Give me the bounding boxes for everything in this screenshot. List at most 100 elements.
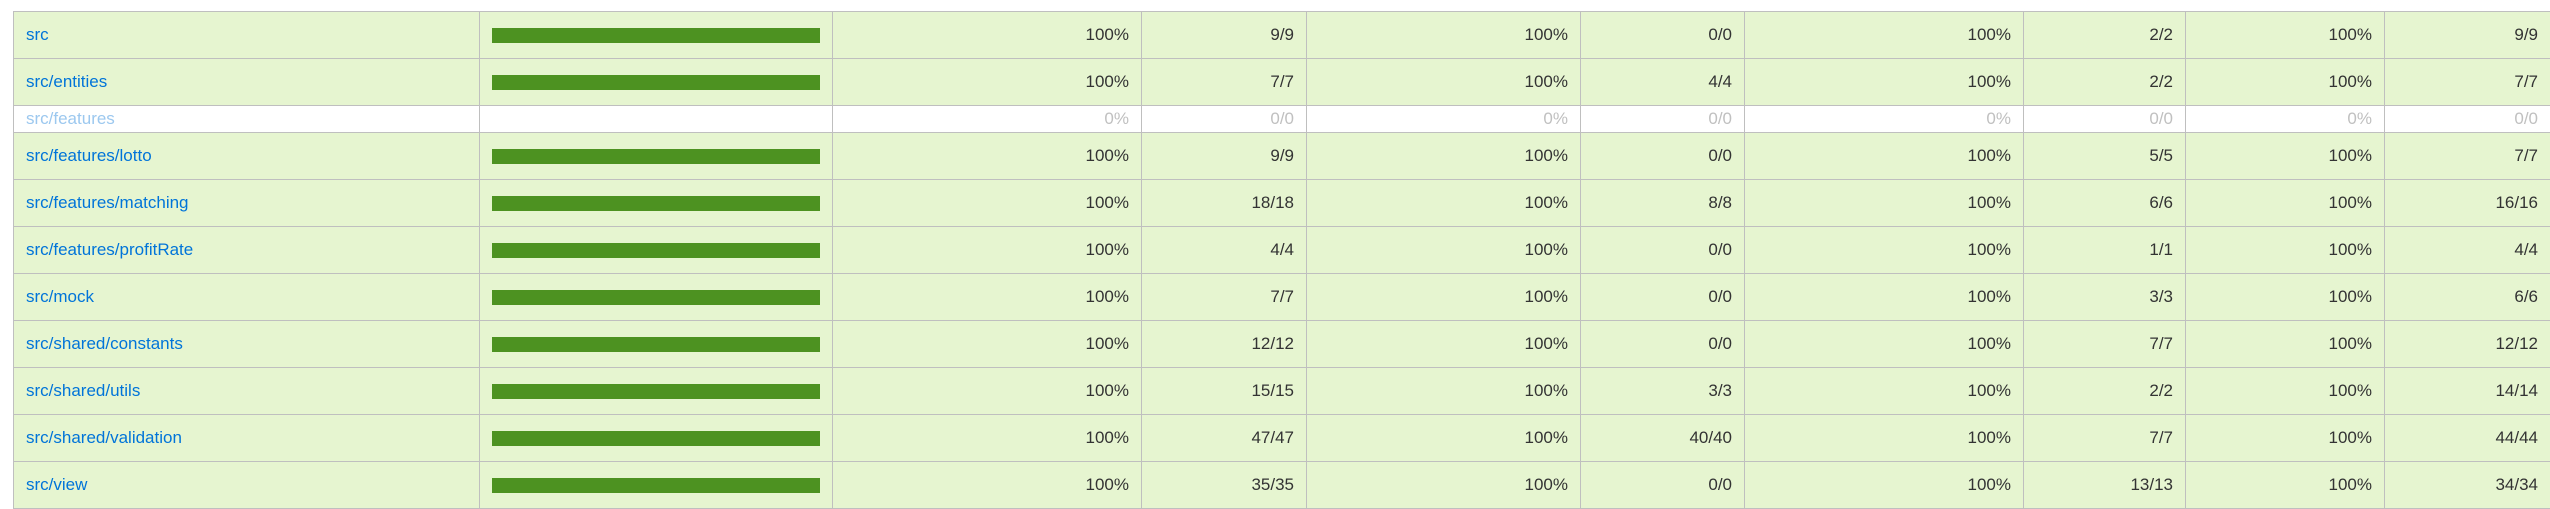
statements-pct-cell: 100% [833,12,1142,59]
table-row: src/entities100%7/7100%4/4100%2/2100%7/7 [14,59,2550,106]
statements-pct-cell: 100% [833,415,1142,462]
coverage-bar [492,431,820,446]
coverage-bar-cell [480,133,833,180]
functions-count-cell: 0/0 [2024,106,2186,133]
statements-pct-cell: 100% [833,274,1142,321]
branches-count-cell: 40/40 [1581,415,1745,462]
functions-count-cell: 2/2 [2024,59,2186,106]
statements-pct-cell: 0% [833,106,1142,133]
file-cell: src/mock [14,274,480,321]
file-cell: src/shared/utils [14,368,480,415]
branches-pct-cell: 100% [1307,321,1581,368]
functions-pct-cell: 100% [1745,274,2024,321]
functions-pct-cell: 100% [1745,415,2024,462]
statements-count-cell: 47/47 [1142,415,1307,462]
lines-pct-cell: 100% [2186,462,2385,509]
statements-count-cell: 4/4 [1142,227,1307,274]
file-cell: src/view [14,462,480,509]
coverage-bar-fill [492,384,820,399]
branches-pct-cell: 100% [1307,59,1581,106]
branches-count-cell: 8/8 [1581,180,1745,227]
coverage-bar-cell [480,180,833,227]
functions-pct-cell: 100% [1745,59,2024,106]
branches-pct-cell: 100% [1307,180,1581,227]
file-cell: src [14,12,480,59]
lines-pct-cell: 100% [2186,180,2385,227]
file-link[interactable]: src [26,25,49,44]
statements-pct-cell: 100% [833,59,1142,106]
branches-pct-cell: 100% [1307,462,1581,509]
functions-count-cell: 1/1 [2024,227,2186,274]
file-link[interactable]: src/features [26,109,115,128]
file-link[interactable]: src/shared/validation [26,428,182,447]
table-row: src/features0%0/00%0/00%0/00%0/0 [14,106,2550,133]
statements-count-cell: 0/0 [1142,106,1307,133]
file-link[interactable]: src/shared/constants [26,334,183,353]
file-link[interactable]: src/view [26,475,87,494]
lines-count-cell: 44/44 [2385,415,2550,462]
lines-count-cell: 9/9 [2385,12,2550,59]
branches-pct-cell: 100% [1307,133,1581,180]
lines-count-cell: 7/7 [2385,59,2550,106]
file-cell: src/shared/constants [14,321,480,368]
file-link[interactable]: src/features/lotto [26,146,152,165]
lines-pct-cell: 100% [2186,227,2385,274]
table-row: src/mock100%7/7100%0/0100%3/3100%6/6 [14,274,2550,321]
functions-count-cell: 6/6 [2024,180,2186,227]
branches-pct-cell: 100% [1307,227,1581,274]
file-cell: src/shared/validation [14,415,480,462]
functions-count-cell: 3/3 [2024,274,2186,321]
coverage-bar-cell [480,227,833,274]
coverage-bar [492,28,820,43]
functions-pct-cell: 100% [1745,462,2024,509]
statements-count-cell: 18/18 [1142,180,1307,227]
coverage-bar-fill [492,243,820,258]
functions-pct-cell: 100% [1745,368,2024,415]
functions-pct-cell: 100% [1745,12,2024,59]
lines-pct-cell: 100% [2186,415,2385,462]
table-row: src/features/lotto100%9/9100%0/0100%5/51… [14,133,2550,180]
coverage-bar [492,337,820,352]
branches-pct-cell: 100% [1307,368,1581,415]
file-link[interactable]: src/shared/utils [26,381,140,400]
file-cell: src/features/profitRate [14,227,480,274]
functions-pct-cell: 100% [1745,180,2024,227]
functions-count-cell: 2/2 [2024,368,2186,415]
lines-count-cell: 14/14 [2385,368,2550,415]
statements-pct-cell: 100% [833,133,1142,180]
statements-count-cell: 7/7 [1142,59,1307,106]
coverage-summary-table: src100%9/9100%0/0100%2/2100%9/9src/entit… [13,11,2550,509]
coverage-bar-fill [492,28,820,43]
functions-pct-cell: 100% [1745,321,2024,368]
file-link[interactable]: src/entities [26,72,107,91]
coverage-bar-fill [492,75,820,90]
coverage-bar-cell [480,59,833,106]
lines-count-cell: 34/34 [2385,462,2550,509]
functions-pct-cell: 0% [1745,106,2024,133]
functions-count-cell: 7/7 [2024,415,2186,462]
coverage-bar-cell [480,368,833,415]
functions-count-cell: 13/13 [2024,462,2186,509]
branches-count-cell: 0/0 [1581,133,1745,180]
coverage-bar-fill [492,290,820,305]
branches-pct-cell: 0% [1307,106,1581,133]
file-link[interactable]: src/features/profitRate [26,240,193,259]
lines-pct-cell: 100% [2186,133,2385,180]
lines-pct-cell: 100% [2186,321,2385,368]
coverage-bar [492,196,820,211]
lines-count-cell: 7/7 [2385,133,2550,180]
branches-count-cell: 0/0 [1581,462,1745,509]
branches-pct-cell: 100% [1307,274,1581,321]
branches-count-cell: 0/0 [1581,321,1745,368]
file-link[interactable]: src/features/matching [26,193,189,212]
coverage-bar [492,75,820,90]
lines-pct-cell: 100% [2186,12,2385,59]
branches-count-cell: 0/0 [1581,12,1745,59]
coverage-bar-cell [480,274,833,321]
statements-count-cell: 12/12 [1142,321,1307,368]
statements-pct-cell: 100% [833,368,1142,415]
functions-pct-cell: 100% [1745,133,2024,180]
table-row: src/shared/utils100%15/15100%3/3100%2/21… [14,368,2550,415]
table-row: src/shared/constants100%12/12100%0/0100%… [14,321,2550,368]
file-link[interactable]: src/mock [26,287,94,306]
